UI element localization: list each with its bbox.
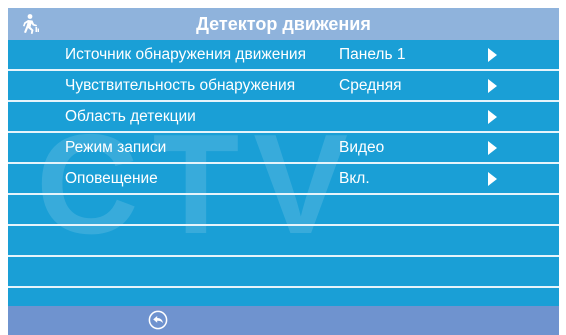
menu-item-label: Чувствительность обнаружения xyxy=(65,77,296,94)
settings-list: Источник обнаружения движения Панель 1 Ч… xyxy=(8,40,559,288)
menu-item-motion-source[interactable]: Источник обнаружения движения Панель 1 xyxy=(8,40,559,71)
chevron-right-icon[interactable] xyxy=(488,110,497,124)
page-title: Детектор движения xyxy=(196,13,371,34)
menu-item-value: Панель 1 xyxy=(339,46,406,63)
menu-item-label: Область детекции xyxy=(65,108,196,125)
empty-row xyxy=(8,257,559,288)
motion-detector-screen: Детектор движения CTV Источник обнаружен… xyxy=(8,8,559,335)
footer-bar xyxy=(8,306,559,335)
chevron-right-icon[interactable] xyxy=(488,141,497,155)
menu-item-value: Видео xyxy=(339,139,385,156)
header-bar: Детектор движения xyxy=(8,8,559,40)
empty-row xyxy=(8,195,559,226)
menu-item-record-mode[interactable]: Режим записи Видео xyxy=(8,133,559,164)
chevron-right-icon[interactable] xyxy=(488,79,497,93)
menu-item-label: Оповещение xyxy=(65,170,158,187)
menu-item-sensitivity[interactable]: Чувствительность обнаружения Средняя xyxy=(8,71,559,102)
menu-item-detection-area[interactable]: Область детекции xyxy=(8,102,559,133)
back-arrow-icon[interactable] xyxy=(148,310,168,330)
empty-row xyxy=(8,226,559,257)
chevron-right-icon[interactable] xyxy=(488,48,497,62)
chevron-right-icon[interactable] xyxy=(488,172,497,186)
menu-item-notification[interactable]: Оповещение Вкл. xyxy=(8,164,559,195)
running-person-icon xyxy=(23,14,39,34)
menu-item-value: Средняя xyxy=(339,77,402,94)
menu-item-label: Источник обнаружения движения xyxy=(65,46,306,63)
menu-item-value: Вкл. xyxy=(339,170,370,187)
menu-item-label: Режим записи xyxy=(65,139,167,156)
